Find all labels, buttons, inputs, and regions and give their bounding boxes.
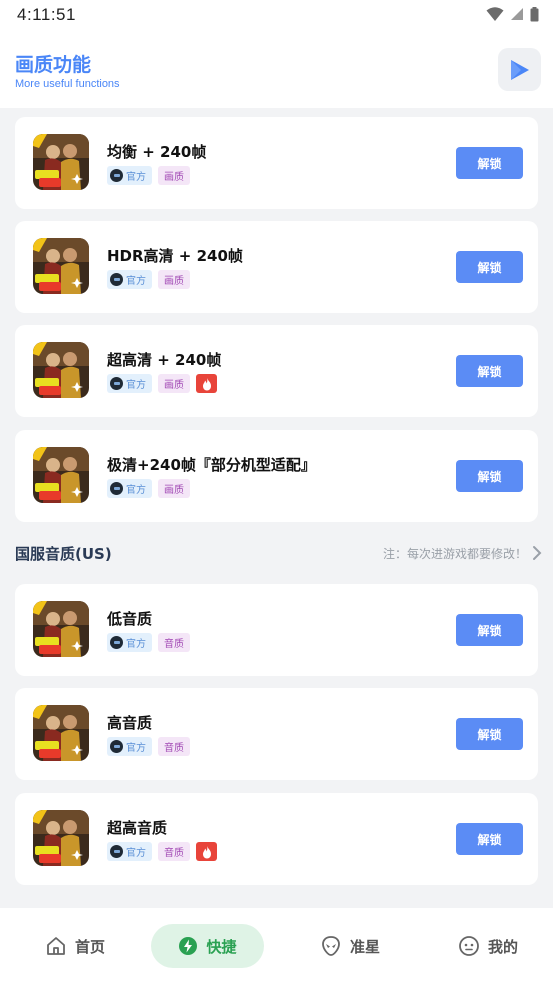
tag-official: 官方	[107, 842, 152, 861]
section-header: 国服音质(US) 注：每次进游戏都要修改！	[0, 540, 553, 568]
home-icon	[47, 937, 65, 955]
tag-official: 官方	[107, 633, 152, 652]
tag-group: 官方 音质	[107, 842, 217, 861]
tag-group: 官方 画质	[107, 374, 217, 393]
tag-official: 官方	[107, 374, 152, 393]
tag-group: 官方 画质	[107, 270, 190, 289]
feature-card: 超高清 + 240帧 官方 画质 解锁	[15, 325, 538, 417]
tab-profile-label: 我的	[487, 937, 518, 956]
tag-official-label: 官方	[126, 380, 146, 391]
tag-type: 音质	[158, 737, 190, 756]
page-subtitle: More useful functions	[15, 78, 120, 90]
unlock-button[interactable]: 解锁	[456, 460, 523, 492]
game-icon	[33, 705, 89, 761]
official-icon	[110, 845, 123, 858]
battery-icon	[530, 6, 539, 21]
tag-group: 官方 画质	[107, 166, 190, 185]
tag-group: 官方 音质	[107, 633, 190, 652]
tab-home-label: 首页	[74, 937, 105, 956]
tag-official-label: 官方	[126, 276, 146, 287]
feature-title: 极清+240帧『部分机型适配』	[107, 456, 316, 474]
feature-title: 超高音质	[107, 819, 168, 837]
feature-card: 低音质 官方 音质 解锁	[15, 584, 538, 676]
feature-title: 超高清 + 240帧	[107, 351, 222, 369]
official-icon	[110, 636, 123, 649]
tag-type: 音质	[158, 842, 190, 861]
bottom-tab-bar: 首页 快捷 准星 我的	[0, 908, 553, 983]
tag-type: 画质	[158, 270, 190, 289]
game-icon	[33, 601, 89, 657]
feature-card: 高音质 官方 音质 解锁	[15, 688, 538, 780]
section-note[interactable]: 注：每次进游戏都要修改！	[383, 545, 527, 562]
signal-icon	[511, 8, 523, 20]
play-icon	[510, 59, 529, 80]
face-icon	[459, 936, 479, 956]
tag-official-label: 官方	[126, 639, 146, 650]
tag-type: 画质	[158, 166, 190, 185]
tab-home[interactable]: 首页	[30, 924, 120, 968]
status-bar: 4:11:51	[0, 0, 553, 32]
tag-type: 画质	[158, 374, 190, 393]
status-icons	[486, 6, 539, 22]
feature-card: 超高音质 官方 音质 解锁	[15, 793, 538, 885]
tag-type: 画质	[158, 479, 190, 498]
tag-official-label: 官方	[126, 848, 146, 859]
game-icon	[33, 810, 89, 866]
play-store-button[interactable]	[498, 48, 541, 91]
feature-card: HDR高清 + 240帧 官方 画质 解锁	[15, 221, 538, 313]
tag-type: 音质	[158, 633, 190, 652]
unlock-button[interactable]: 解锁	[456, 614, 523, 646]
page-title: 画质功能	[15, 54, 92, 76]
page-header: 画质功能 More useful functions	[0, 32, 553, 108]
feature-title: HDR高清 + 240帧	[107, 247, 243, 265]
official-icon	[110, 273, 123, 286]
wifi-icon	[486, 7, 504, 21]
official-icon	[110, 482, 123, 495]
status-time: 4:11:51	[17, 5, 76, 24]
tab-shortcut[interactable]: 快捷	[151, 924, 264, 968]
official-icon	[110, 740, 123, 753]
tab-crosshair[interactable]: 准星	[305, 924, 395, 968]
unlock-button[interactable]: 解锁	[456, 355, 523, 387]
tab-profile[interactable]: 我的	[443, 924, 533, 968]
tag-official: 官方	[107, 479, 152, 498]
official-icon	[110, 169, 123, 182]
tag-official-label: 官方	[126, 172, 146, 183]
tag-group: 官方 音质	[107, 737, 190, 756]
tag-group: 官方 画质	[107, 479, 190, 498]
unlock-button[interactable]: 解锁	[456, 147, 523, 179]
fire-icon	[196, 374, 217, 393]
feature-title: 均衡 + 240帧	[107, 143, 207, 161]
tab-crosshair-label: 准星	[349, 937, 380, 956]
tag-official: 官方	[107, 270, 152, 289]
unlock-button[interactable]: 解锁	[456, 718, 523, 750]
official-icon	[110, 377, 123, 390]
feature-title: 高音质	[107, 714, 153, 732]
alien-icon	[322, 936, 340, 956]
tag-official: 官方	[107, 737, 152, 756]
feature-card: 极清+240帧『部分机型适配』 官方 画质 解锁	[15, 430, 538, 522]
game-icon	[33, 134, 89, 190]
unlock-button[interactable]: 解锁	[456, 823, 523, 855]
tag-official-label: 官方	[126, 743, 146, 754]
fire-icon	[196, 842, 217, 861]
chevron-right-icon[interactable]	[532, 544, 542, 562]
tab-shortcut-label: 快捷	[206, 937, 237, 956]
unlock-button[interactable]: 解锁	[456, 251, 523, 283]
game-icon	[33, 447, 89, 503]
lightning-icon	[179, 937, 198, 955]
feature-title: 低音质	[107, 610, 153, 628]
game-icon	[33, 238, 89, 294]
feature-card: 均衡 + 240帧 官方 画质 解锁	[15, 117, 538, 209]
tag-official: 官方	[107, 166, 152, 185]
tag-official-label: 官方	[126, 485, 146, 496]
section-title: 国服音质(US)	[15, 545, 112, 563]
game-icon	[33, 342, 89, 398]
